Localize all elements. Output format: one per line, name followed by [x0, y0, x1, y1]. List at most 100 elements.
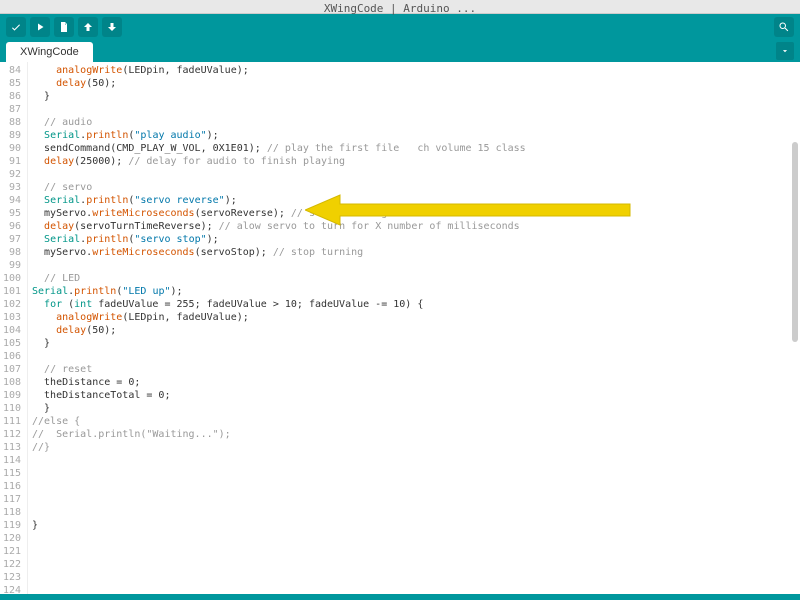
- save-button[interactable]: [102, 17, 122, 37]
- line-number: 116: [2, 480, 21, 493]
- code-line[interactable]: [32, 467, 796, 480]
- code-line[interactable]: [32, 259, 796, 272]
- code-line[interactable]: [32, 480, 796, 493]
- line-number: 90: [2, 142, 21, 155]
- code-line[interactable]: // reset: [32, 363, 796, 376]
- tab-menu-button[interactable]: [776, 42, 794, 60]
- file-icon: [58, 21, 70, 33]
- tab-bar: XWingCode: [0, 40, 800, 62]
- line-number: 113: [2, 441, 21, 454]
- line-number: 108: [2, 376, 21, 389]
- code-line[interactable]: [32, 558, 796, 571]
- line-number: 110: [2, 402, 21, 415]
- code-line[interactable]: //else {: [32, 415, 796, 428]
- code-line[interactable]: }: [32, 90, 796, 103]
- arrow-down-icon: [106, 21, 118, 33]
- code-line[interactable]: Serial.println("servo stop");: [32, 233, 796, 246]
- code-line[interactable]: delay(50);: [32, 77, 796, 90]
- line-number: 92: [2, 168, 21, 181]
- toolbar: [0, 14, 800, 40]
- status-bar: [0, 594, 800, 600]
- line-number: 124: [2, 584, 21, 594]
- line-number: 86: [2, 90, 21, 103]
- line-number: 85: [2, 77, 21, 90]
- code-line[interactable]: [32, 493, 796, 506]
- line-number: 114: [2, 454, 21, 467]
- code-line[interactable]: [32, 103, 796, 116]
- code-line[interactable]: [32, 532, 796, 545]
- code-line[interactable]: [32, 584, 796, 594]
- serial-monitor-button[interactable]: [774, 17, 794, 37]
- tab-sketch[interactable]: XWingCode: [6, 42, 93, 62]
- code-line[interactable]: [32, 571, 796, 584]
- line-number: 97: [2, 233, 21, 246]
- line-number: 103: [2, 311, 21, 324]
- check-icon: [10, 21, 22, 33]
- line-number: 91: [2, 155, 21, 168]
- line-number: 122: [2, 558, 21, 571]
- code-line[interactable]: for (int fadeUValue = 255; fadeUValue > …: [32, 298, 796, 311]
- code-line[interactable]: }: [32, 519, 796, 532]
- code-line[interactable]: // servo: [32, 181, 796, 194]
- arrow-up-icon: [82, 21, 94, 33]
- arrow-right-icon: [34, 21, 46, 33]
- code-line[interactable]: //}: [32, 441, 796, 454]
- code-line[interactable]: [32, 506, 796, 519]
- line-number: 93: [2, 181, 21, 194]
- line-number: 89: [2, 129, 21, 142]
- code-line[interactable]: // Serial.println("Waiting...");: [32, 428, 796, 441]
- code-line[interactable]: myServo.writeMicroseconds(servoStop); //…: [32, 246, 796, 259]
- code-line[interactable]: }: [32, 402, 796, 415]
- line-number: 105: [2, 337, 21, 350]
- code-line[interactable]: Serial.println("LED up");: [32, 285, 796, 298]
- code-line[interactable]: myServo.writeMicroseconds(servoReverse);…: [32, 207, 796, 220]
- open-button[interactable]: [78, 17, 98, 37]
- line-number: 119: [2, 519, 21, 532]
- code-line[interactable]: }: [32, 337, 796, 350]
- line-number: 100: [2, 272, 21, 285]
- line-number: 109: [2, 389, 21, 402]
- code-editor[interactable]: 8485868788899091929394959697989910010110…: [0, 62, 800, 594]
- line-number: 117: [2, 493, 21, 506]
- code-line[interactable]: delay(servoTurnTimeReverse); // alow ser…: [32, 220, 796, 233]
- code-line[interactable]: [32, 545, 796, 558]
- code-line[interactable]: sendCommand(CMD_PLAY_W_VOL, 0X1E01); // …: [32, 142, 796, 155]
- vertical-scrollbar[interactable]: [792, 142, 798, 342]
- code-line[interactable]: // audio: [32, 116, 796, 129]
- line-number: 112: [2, 428, 21, 441]
- line-number: 118: [2, 506, 21, 519]
- code-line[interactable]: delay(25000); // delay for audio to fini…: [32, 155, 796, 168]
- line-number: 121: [2, 545, 21, 558]
- chevron-down-icon: [780, 46, 790, 56]
- line-number-gutter: 8485868788899091929394959697989910010110…: [0, 62, 28, 594]
- code-line[interactable]: [32, 168, 796, 181]
- verify-button[interactable]: [6, 17, 26, 37]
- code-line[interactable]: theDistance = 0;: [32, 376, 796, 389]
- code-area[interactable]: analogWrite(LEDpin, fadeUValue); delay(5…: [28, 62, 800, 594]
- tab-label: XWingCode: [20, 46, 79, 58]
- new-button[interactable]: [54, 17, 74, 37]
- code-line[interactable]: analogWrite(LEDpin, fadeUValue);: [32, 311, 796, 324]
- code-line[interactable]: delay(50);: [32, 324, 796, 337]
- line-number: 104: [2, 324, 21, 337]
- code-line[interactable]: // LED: [32, 272, 796, 285]
- line-number: 87: [2, 103, 21, 116]
- upload-button[interactable]: [30, 17, 50, 37]
- code-line[interactable]: [32, 350, 796, 363]
- code-line[interactable]: theDistanceTotal = 0;: [32, 389, 796, 402]
- code-line[interactable]: Serial.println("servo reverse");: [32, 194, 796, 207]
- line-number: 111: [2, 415, 21, 428]
- code-line[interactable]: analogWrite(LEDpin, fadeUValue);: [32, 64, 796, 77]
- line-number: 98: [2, 246, 21, 259]
- line-number: 102: [2, 298, 21, 311]
- line-number: 99: [2, 259, 21, 272]
- line-number: 84: [2, 64, 21, 77]
- line-number: 107: [2, 363, 21, 376]
- window-title-text: XWingCode | Arduino ...: [324, 2, 476, 15]
- window-title: XWingCode | Arduino ...: [0, 0, 800, 14]
- search-icon: [778, 21, 790, 33]
- line-number: 120: [2, 532, 21, 545]
- line-number: 94: [2, 194, 21, 207]
- code-line[interactable]: [32, 454, 796, 467]
- code-line[interactable]: Serial.println("play audio");: [32, 129, 796, 142]
